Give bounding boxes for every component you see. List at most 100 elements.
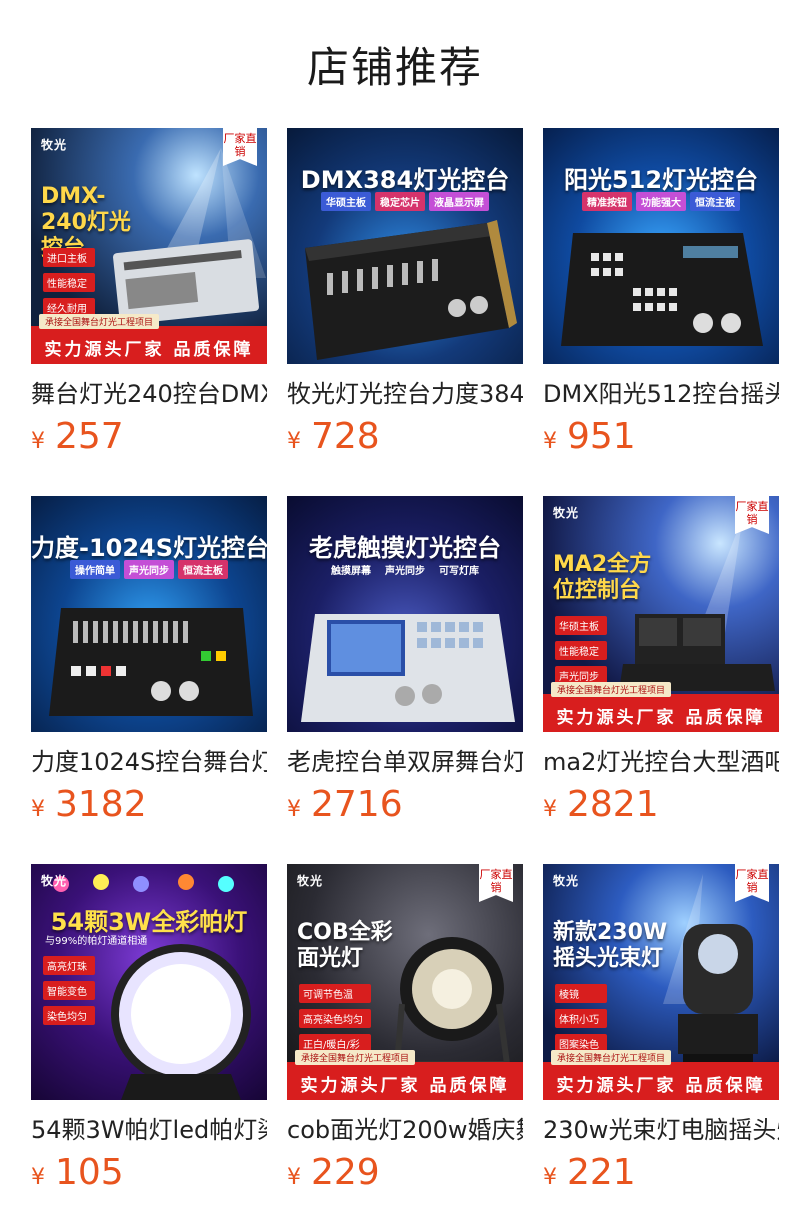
promo-band: 承接全国舞台灯光工程项目 实力源头厂家 品质保障 bbox=[543, 682, 779, 732]
product-image[interactable]: 牧光 54颗3W全彩帕灯 与99%的帕灯通道相通 高亮灯珠 智能变色 染色均匀 bbox=[31, 864, 267, 1100]
product-price: ¥257 bbox=[31, 416, 267, 457]
feature-pills: 华硕主板 稳定芯片 液晶显示屏 bbox=[287, 192, 523, 211]
promo-big: 实力源头厂家 品质保障 bbox=[300, 1076, 510, 1096]
feature-tag: 体积小巧 bbox=[555, 1009, 607, 1028]
feature-tag: 高亮灯珠 bbox=[43, 956, 95, 975]
feature-pill: 可写灯库 bbox=[439, 566, 479, 577]
feature-pill: 恒流主板 bbox=[178, 560, 228, 579]
brand-logo: 牧光 bbox=[297, 874, 324, 888]
page-title: 店铺推荐 bbox=[306, 42, 483, 92]
product-price: ¥2821 bbox=[543, 784, 779, 825]
feature-pill: 稳定芯片 bbox=[375, 192, 425, 211]
product-card[interactable]: 老虎触摸灯光控台 触摸屏幕 声光同步 可写灯库 老虎控台单双屏舞台灯光 ¥271… bbox=[287, 496, 523, 825]
product-price: ¥951 bbox=[543, 416, 779, 457]
product-subline: 与99%的帕灯通道相通 bbox=[45, 936, 148, 947]
product-card[interactable]: 牧光 厂家直销 DMX-240灯光控台 进口主板 性能稳定 经久耐用 承接全国舞… bbox=[31, 128, 267, 457]
price-amount: 2821 bbox=[567, 784, 659, 825]
product-card[interactable]: 牧光 54颗3W全彩帕灯 与99%的帕灯通道相通 高亮灯珠 智能变色 染色均匀 … bbox=[31, 864, 267, 1193]
promo-small: 承接全国舞台灯光工程项目 bbox=[551, 682, 672, 697]
currency-symbol: ¥ bbox=[31, 1165, 45, 1190]
promo-band: 承接全国舞台灯光工程项目 实力源头厂家 品质保障 bbox=[543, 1050, 779, 1100]
product-name[interactable]: 力度1024S控台舞台灯光 bbox=[31, 746, 267, 778]
product-card[interactable]: 牧光 厂家直销 新款230W摇头光束灯 棱镜 体积小巧 图案染色 承接全国舞台灯… bbox=[543, 864, 779, 1193]
product-card[interactable]: 牧光 厂家直销 COB全彩面光灯 可调节色温 高亮染色均匀 正白/暖白/彩 承接… bbox=[287, 864, 523, 1193]
product-card[interactable]: 阳光512灯光控台 精准按钮 功能强大 恒流主板 DMX阳光512控台摇头灯 ¥… bbox=[543, 128, 779, 457]
price-amount: 257 bbox=[55, 416, 124, 457]
product-name[interactable]: ma2灯光控台大型酒吧 bbox=[543, 746, 779, 778]
brand-logo: 牧光 bbox=[41, 874, 68, 888]
product-image[interactable]: 老虎触摸灯光控台 触摸屏幕 声光同步 可写灯库 bbox=[287, 496, 523, 732]
feature-pills: 操作简单 声光同步 恒流主板 bbox=[31, 560, 267, 579]
feature-tag: 华硕主板 bbox=[555, 616, 607, 635]
promo-small: 承接全国舞台灯光工程项目 bbox=[295, 1050, 416, 1065]
brand-logo: 牧光 bbox=[41, 138, 68, 152]
feature-list: 可调节色温 高亮染色均匀 正白/暖白/彩 bbox=[299, 984, 371, 1053]
price-amount: 728 bbox=[311, 416, 380, 457]
currency-symbol: ¥ bbox=[31, 429, 45, 454]
product-headline: 老虎触摸灯光控台 bbox=[309, 534, 501, 562]
product-card[interactable]: 牧光 厂家直销 MA2全方位控制台 华硕主板 性能稳定 声光同步 承接全国舞台灯… bbox=[543, 496, 779, 825]
product-price: ¥221 bbox=[543, 1152, 779, 1193]
feature-list: 进口主板 性能稳定 经久耐用 bbox=[43, 248, 95, 317]
price-amount: 221 bbox=[567, 1152, 636, 1193]
product-image[interactable]: DMX384灯光控台 华硕主板 稳定芯片 液晶显示屏 bbox=[287, 128, 523, 364]
currency-symbol: ¥ bbox=[31, 797, 45, 822]
product-card[interactable]: 力度-1024S灯光控台 操作简单 声光同步 恒流主板 力度1024S控台舞台灯… bbox=[31, 496, 267, 825]
feature-pill: 功能强大 bbox=[636, 192, 686, 211]
product-name[interactable]: 54颗3W帕灯led帕灯染色 bbox=[31, 1114, 267, 1146]
feature-pill: 精准按钮 bbox=[582, 192, 632, 211]
product-image[interactable]: 牧光 厂家直销 DMX-240灯光控台 进口主板 性能稳定 经久耐用 承接全国舞… bbox=[31, 128, 267, 364]
currency-symbol: ¥ bbox=[543, 429, 557, 454]
promo-big: 实力源头厂家 品质保障 bbox=[556, 708, 766, 728]
product-card[interactable]: DMX384灯光控台 华硕主板 稳定芯片 液晶显示屏 牧光灯光控台力度384控台… bbox=[287, 128, 523, 457]
currency-symbol: ¥ bbox=[543, 797, 557, 822]
promo-band: 承接全国舞台灯光工程项目 实力源头厂家 品质保障 bbox=[31, 314, 267, 364]
product-price: ¥105 bbox=[31, 1152, 267, 1193]
price-amount: 105 bbox=[55, 1152, 124, 1193]
product-name[interactable]: 牧光灯光控台力度384控台 bbox=[287, 378, 523, 410]
brand-logo: 牧光 bbox=[553, 506, 580, 520]
feature-tag: 高亮染色均匀 bbox=[299, 1009, 371, 1028]
feature-tag: 染色均匀 bbox=[43, 1006, 95, 1025]
product-image[interactable]: 牧光 厂家直销 MA2全方位控制台 华硕主板 性能稳定 声光同步 承接全国舞台灯… bbox=[543, 496, 779, 732]
product-name[interactable]: 老虎控台单双屏舞台灯光 bbox=[287, 746, 523, 778]
price-amount: 951 bbox=[567, 416, 636, 457]
product-name[interactable]: cob面光灯200w婚庆舞台 bbox=[287, 1114, 523, 1146]
feature-list: 高亮灯珠 智能变色 染色均匀 bbox=[43, 956, 95, 1025]
feature-pill: 触摸屏幕 bbox=[331, 566, 371, 577]
feature-tag: 棱镜 bbox=[555, 984, 607, 1003]
product-image[interactable]: 力度-1024S灯光控台 操作简单 声光同步 恒流主板 bbox=[31, 496, 267, 732]
feature-tag: 进口主板 bbox=[43, 248, 95, 267]
price-amount: 2716 bbox=[311, 784, 403, 825]
promo-big: 实力源头厂家 品质保障 bbox=[44, 340, 254, 360]
product-image[interactable]: 阳光512灯光控台 精准按钮 功能强大 恒流主板 bbox=[543, 128, 779, 364]
promo-small: 承接全国舞台灯光工程项目 bbox=[551, 1050, 672, 1065]
currency-symbol: ¥ bbox=[287, 429, 301, 454]
feature-pills: 精准按钮 功能强大 恒流主板 bbox=[543, 192, 779, 211]
currency-symbol: ¥ bbox=[543, 1165, 557, 1190]
brand-logo: 牧光 bbox=[553, 874, 580, 888]
product-image[interactable]: 牧光 厂家直销 COB全彩面光灯 可调节色温 高亮染色均匀 正白/暖白/彩 承接… bbox=[287, 864, 523, 1100]
feature-tag: 可调节色温 bbox=[299, 984, 371, 1003]
product-name[interactable]: 舞台灯光240控台DMX512 bbox=[31, 378, 267, 410]
price-amount: 229 bbox=[311, 1152, 380, 1193]
feature-list: 华硕主板 性能稳定 声光同步 bbox=[555, 616, 607, 685]
feature-pill: 恒流主板 bbox=[690, 192, 740, 211]
feature-tag: 智能变色 bbox=[43, 981, 95, 1000]
feature-pill: 液晶显示屏 bbox=[429, 192, 489, 211]
feature-pill: 操作简单 bbox=[70, 560, 120, 579]
feature-pill: 华硕主板 bbox=[321, 192, 371, 211]
product-headline: 新款230W摇头光束灯 bbox=[553, 920, 668, 971]
product-image[interactable]: 牧光 厂家直销 新款230W摇头光束灯 棱镜 体积小巧 图案染色 承接全国舞台灯… bbox=[543, 864, 779, 1100]
promo-big: 实力源头厂家 品质保障 bbox=[556, 1076, 766, 1096]
currency-symbol: ¥ bbox=[287, 1165, 301, 1190]
feature-pill: 声光同步 bbox=[385, 566, 425, 577]
product-name[interactable]: DMX阳光512控台摇头灯 bbox=[543, 378, 779, 410]
feature-list: 棱镜 体积小巧 图案染色 bbox=[555, 984, 607, 1053]
product-headline: 阳光512灯光控台 bbox=[563, 166, 759, 194]
feature-tag: 性能稳定 bbox=[555, 641, 607, 660]
product-name[interactable]: 230w光束灯电脑摇头灯 bbox=[543, 1114, 779, 1146]
price-amount: 3182 bbox=[55, 784, 147, 825]
promo-band: 承接全国舞台灯光工程项目 实力源头厂家 品质保障 bbox=[287, 1050, 523, 1100]
product-price: ¥2716 bbox=[287, 784, 523, 825]
